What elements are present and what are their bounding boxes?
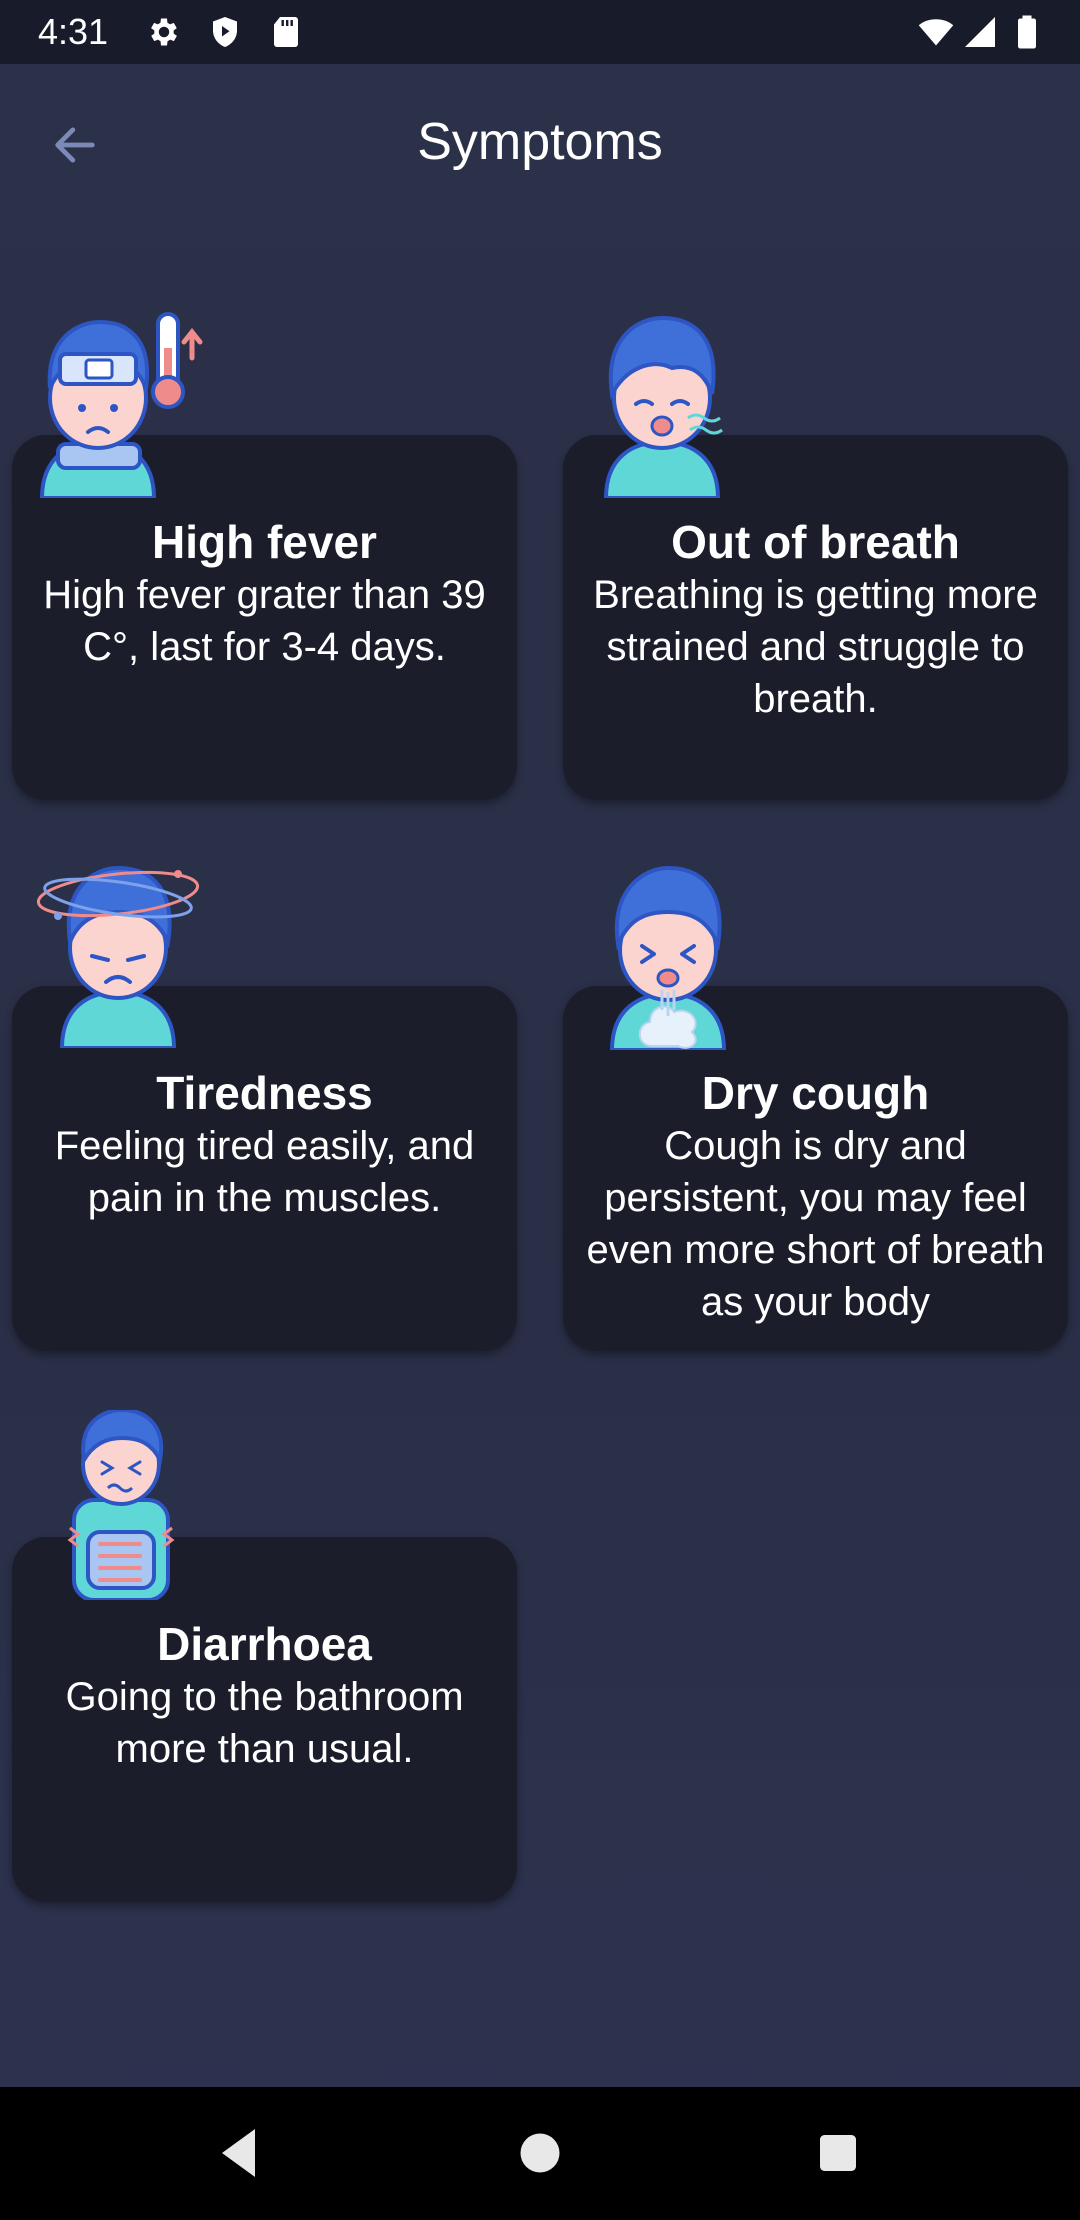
page-title: Symptoms — [417, 113, 663, 171]
stomach-ache-boy-illustration — [67, 1410, 175, 1600]
symptom-description: High fever grater than 39 C°, last for 3… — [43, 573, 486, 669]
shield-play-icon — [213, 17, 237, 47]
symptom-description: Cough is dry and persistent, you may fee… — [586, 1124, 1045, 1324]
status-bar: 4:31 — [0, 0, 1080, 64]
symptom-title: Diarrhoea — [157, 1618, 372, 1670]
sd-card-icon — [274, 17, 298, 47]
wifi-icon — [918, 19, 954, 46]
dizzy-boy-illustration — [36, 865, 200, 1048]
symptom-title: Out of breath — [671, 516, 960, 568]
gear-icon — [151, 18, 177, 46]
symptom-title: Dry cough — [701, 1067, 930, 1119]
coughing-boy-illustration — [609, 865, 727, 1050]
symptom-description: Feeling tired easily, and pain in the mu… — [54, 1124, 475, 1220]
symptom-description: Going to the bathroom more than usual. — [65, 1675, 464, 1771]
circle-home-icon[interactable] — [504, 2117, 576, 2189]
symptom-title: High fever — [152, 516, 377, 568]
battery-icon — [1018, 15, 1036, 49]
square-recents-icon[interactable] — [802, 2117, 874, 2189]
cellular-signal-icon — [965, 17, 995, 47]
screen: 4:31 Symptoms High fever High fever grat… — [0, 0, 1080, 2220]
triangle-back-icon[interactable] — [204, 2117, 276, 2189]
symptom-title: Tiredness — [156, 1067, 373, 1119]
breathless-boy-illustration — [603, 315, 723, 498]
status-time: 4:31 — [38, 11, 109, 52]
app-bar: Symptoms — [0, 64, 1080, 224]
fever-boy-thermometer-illustration — [39, 312, 203, 498]
navigation-bar — [0, 2087, 1080, 2220]
symptom-description: Breathing is getting more strained and s… — [593, 573, 1038, 721]
